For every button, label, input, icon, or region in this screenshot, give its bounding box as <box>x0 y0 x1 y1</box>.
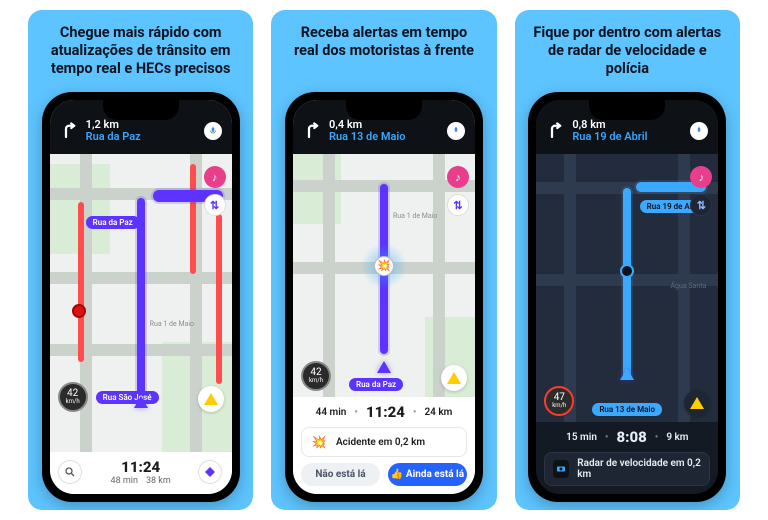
app-screen-dark: 0,8 km Rua 19 de Abril Rua 19 de Abril R… <box>536 100 718 494</box>
eta-block[interactable]: 11:24 48 min 38 km <box>90 458 192 486</box>
search-icon <box>64 466 76 478</box>
notch <box>589 100 665 120</box>
vehicle-marker <box>377 361 391 373</box>
voice-button[interactable] <box>447 122 465 140</box>
vehicle-marker <box>134 396 148 408</box>
street-label: Rua 1 de Maio <box>150 320 194 328</box>
street-label: Água Santa <box>670 282 706 290</box>
street-pill: Rua da Paz <box>349 378 403 391</box>
mic-icon <box>694 126 704 136</box>
traffic-congestion <box>216 214 222 384</box>
alert-card: 💥 Acidente em 0,2 km <box>301 427 467 457</box>
eta-minutes: 48 min <box>111 476 138 486</box>
route-options-button[interactable]: ⇅ <box>690 194 712 216</box>
speed-indicator: 42 km/h <box>301 361 331 391</box>
route-options-button[interactable]: ⇅ <box>447 194 469 216</box>
turn-right-icon <box>60 122 78 140</box>
alert-text: Acidente em 0,2 km <box>336 437 425 448</box>
map-view[interactable]: 💥 Rua 1 de Maio Rua da Paz ♪ ⇅ 42 km/h <box>293 154 475 397</box>
speed-unit: km/h <box>309 378 323 384</box>
store-panel-3: Fique por dentro com alertas de radar de… <box>515 10 740 510</box>
traffic-congestion <box>190 164 196 274</box>
store-panel-2: Receba alertas em tempo real dos motoris… <box>271 10 496 510</box>
speed-unit: km/h <box>66 399 80 405</box>
nav-info: 1,2 km Rua da Paz <box>86 119 141 143</box>
eta-row[interactable]: 15 min • 8:08 • 9 km <box>544 428 710 446</box>
report-button[interactable] <box>198 386 224 412</box>
directions-icon <box>204 466 216 478</box>
vehicle-marker <box>620 368 634 380</box>
eta-distance: 38 km <box>146 476 171 486</box>
report-button[interactable] <box>441 365 467 391</box>
menu-button[interactable] <box>198 460 222 484</box>
eta-distance: 9 km <box>666 432 688 443</box>
accident-icon: 💥 <box>310 433 328 451</box>
nav-street: Rua 19 de Abril <box>572 131 647 143</box>
app-screen: 0,4 km Rua 13 de Maio 💥 Rua 1 de Maio <box>293 100 475 494</box>
eta-minutes: 44 min <box>316 407 347 418</box>
thumbs-up-icon: 👍 <box>391 469 403 480</box>
speed-indicator: 42 km/h <box>58 382 88 412</box>
nav-street: Rua da Paz <box>86 131 141 143</box>
street-pill: Rua da Paz <box>86 216 140 229</box>
arrival-time: 11:24 <box>366 403 405 421</box>
bottom-bar: 15 min • 8:08 • 9 km Radar de velocidade… <box>536 422 718 494</box>
phone-frame: 0,4 km Rua 13 de Maio 💥 Rua 1 de Maio <box>285 92 483 502</box>
alert-card: Radar de velocidade em 0,2 km <box>544 452 710 486</box>
nav-info: 0,8 km Rua 19 de Abril <box>572 119 647 143</box>
incident-pin[interactable]: 💥 <box>374 256 394 276</box>
search-button[interactable] <box>58 460 82 484</box>
eta-row[interactable]: 44 min • 11:24 • 24 km <box>301 403 467 421</box>
speed-unit: km/h <box>552 403 566 409</box>
map-view[interactable]: Rua da Paz Rua São José Rua 1 de Maio ♪ … <box>50 154 232 452</box>
headline: Fique por dentro com alertas de radar de… <box>527 24 728 82</box>
eta-distance: 24 km <box>424 407 452 418</box>
route-line <box>623 188 631 378</box>
map-view[interactable]: Rua 19 de Abril Rua 13 de Maio Água Sant… <box>536 154 718 422</box>
turn-right-icon <box>546 122 564 140</box>
confirm-row: Não está lá 👍 Ainda está lá <box>301 463 467 486</box>
warning-icon <box>204 393 218 405</box>
map-road <box>433 154 445 397</box>
voice-button[interactable] <box>204 122 222 140</box>
phone-frame: 0,8 km Rua 19 de Abril Rua 19 de Abril R… <box>528 92 726 502</box>
not-there-button[interactable]: Não está lá <box>301 463 380 486</box>
nav-info: 0,4 km Rua 13 de Maio <box>329 119 406 143</box>
map-road <box>564 154 576 422</box>
music-button[interactable]: ♪ <box>204 166 226 188</box>
map-road <box>323 154 335 397</box>
app-screen: 1,2 km Rua da Paz R <box>50 100 232 494</box>
nav-street: Rua 13 de Maio <box>329 131 406 143</box>
still-there-button[interactable]: 👍 Ainda está lá <box>388 463 467 486</box>
traffic-congestion <box>78 202 84 362</box>
notch <box>103 100 179 120</box>
phone-frame: 1,2 km Rua da Paz R <box>42 92 240 502</box>
street-pill: Rua São José <box>96 391 159 404</box>
route-options-button[interactable]: ⇅ <box>204 194 226 216</box>
hazard-pin[interactable] <box>72 304 86 318</box>
bottom-bar: 11:24 48 min 38 km <box>50 452 232 494</box>
warning-icon <box>447 372 461 384</box>
street-pill: Rua 13 de Maio <box>592 403 662 416</box>
arrival-time: 8:08 <box>616 428 646 446</box>
headline: Chegue mais rápido com atualizações de t… <box>40 24 241 82</box>
headline: Receba alertas em tempo real dos motoris… <box>283 24 484 82</box>
still-there-label: Ainda está lá <box>406 469 464 480</box>
route-line <box>137 198 145 398</box>
report-button[interactable] <box>684 390 710 416</box>
voice-button[interactable] <box>690 122 708 140</box>
warning-icon <box>690 397 704 409</box>
eta-minutes: 15 min <box>566 432 597 443</box>
alert-text: Radar de velocidade em 0,2 km <box>577 458 701 480</box>
notch <box>346 100 422 120</box>
mic-icon <box>451 126 461 136</box>
music-button[interactable]: ♪ <box>447 166 469 188</box>
arrival-time: 11:24 <box>90 458 192 476</box>
mic-icon <box>208 126 218 136</box>
turn-right-icon <box>303 122 321 140</box>
speed-camera-icon <box>553 460 569 478</box>
street-label: Rua 1 de Maio <box>393 212 437 220</box>
bottom-bar: 44 min • 11:24 • 24 km 💥 Acidente em 0,2… <box>293 397 475 494</box>
store-panel-1: Chegue mais rápido com atualizações de t… <box>28 10 253 510</box>
